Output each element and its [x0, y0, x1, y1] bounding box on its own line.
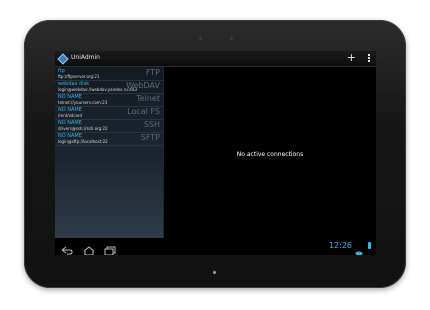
connection-type: SSH — [143, 120, 160, 129]
connection-address: ftp://ftpserver.org:21 — [58, 74, 100, 79]
connection-item-telnet[interactable]: NO NAME telnet://yourserv.com:23 Telnet — [55, 94, 163, 107]
system-nav-bar: 12:26 — [55, 238, 376, 255]
status-clock: 12:26 — [328, 241, 352, 250]
connection-type: Telnet — [136, 94, 160, 103]
connection-type: WebDAV — [126, 81, 160, 90]
connection-address: telnet://yourserv.com:23 — [58, 100, 108, 105]
connection-list: ftp ftp://ftpserver.org:21 FTP webdav di… — [55, 67, 163, 238]
connection-address: login@sftp://localhost:22 — [58, 139, 108, 144]
connection-address: login@webdav://webdav.yandex.ru:443 — [58, 87, 137, 92]
app-logo-icon[interactable] — [57, 53, 69, 65]
connection-address: drivers@ssh://ssh.org:22 — [58, 126, 108, 131]
battery-icon — [368, 242, 371, 249]
connection-type: Local FS — [127, 107, 160, 116]
screen: UniAdmin + ftp ftp://ftpserver.org:21 FT… — [55, 51, 376, 255]
connection-address: /mnt/sdcard — [58, 113, 83, 118]
connection-type: SFTP — [140, 133, 160, 142]
camera-icon — [199, 37, 202, 40]
back-icon[interactable] — [60, 241, 74, 255]
home-icon[interactable] — [82, 241, 96, 255]
wifi-icon — [355, 243, 363, 255]
connection-type: FTP — [145, 68, 160, 77]
hardware-sensor-dot — [213, 271, 216, 274]
overflow-menu-icon[interactable] — [368, 54, 370, 64]
app-title: UniAdmin — [71, 54, 100, 61]
connection-item-webdav[interactable]: webdav disk login@webdav://webdav.yandex… — [55, 81, 163, 94]
action-bar: UniAdmin + — [55, 51, 376, 67]
add-connection-button[interactable]: + — [347, 52, 356, 64]
recents-icon[interactable] — [103, 241, 117, 255]
connection-item-ftp[interactable]: ftp ftp://ftpserver.org:21 FTP — [55, 68, 163, 81]
sensor-icon — [230, 37, 233, 40]
connection-item-ssh[interactable]: NO NAME drivers@ssh://ssh.org:22 SSH — [55, 120, 163, 133]
empty-state-message: No active connections — [236, 151, 304, 158]
connection-item-local-fs[interactable]: NO NAME /mnt/sdcard Local FS — [55, 107, 163, 120]
connection-item-sftp[interactable]: NO NAME login@sftp://localhost:22 SFTP — [55, 133, 163, 146]
